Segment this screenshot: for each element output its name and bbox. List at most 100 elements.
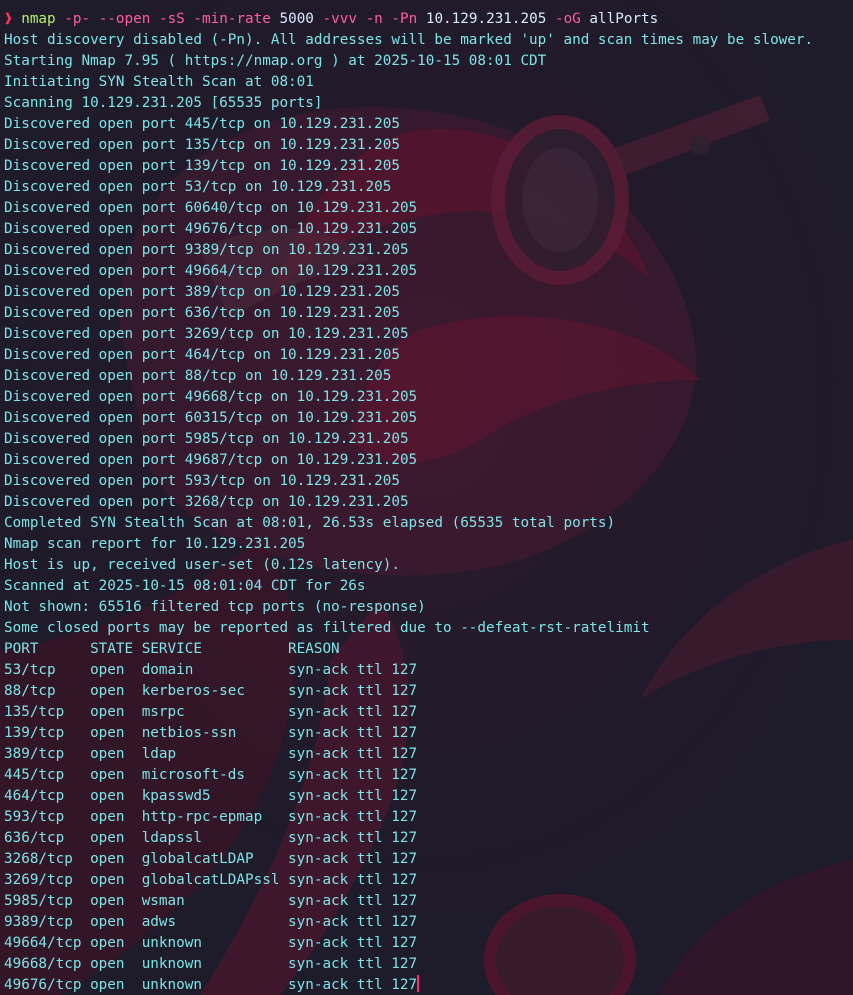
service-cell: domain [141, 662, 194, 678]
table-header: PORT STATE SERVICE REASON [4, 639, 853, 660]
table-row: 49676/tcp open unknown syn-ack ttl 127 [4, 975, 853, 995]
reason-cell: REASON [288, 641, 340, 657]
state-cell: open [90, 725, 125, 741]
reason-cell: syn-ack ttl 127 [288, 767, 418, 783]
table-row: 636/tcp open ldapssl syn-ack ttl 127 [4, 828, 853, 849]
output-line: Discovered open port 49664/tcp on 10.129… [4, 263, 418, 279]
output-line: Starting Nmap 7.95 ( https://nmap.org ) … [4, 53, 547, 69]
state-cell: STATE [90, 641, 134, 657]
terminal-window[interactable]: ❱ nmap -p- --open -sS -min-rate 5000 -vv… [0, 0, 853, 995]
reason-cell: syn-ack ttl 127 [288, 683, 418, 699]
state-cell: open [90, 851, 125, 867]
state-cell: open [90, 704, 125, 720]
output-line: Discovered open port 60315/tcp on 10.129… [4, 410, 418, 426]
port-cell: 88/tcp [4, 683, 56, 699]
port-cell: 636/tcp [4, 830, 65, 846]
table-row: 389/tcp open ldap syn-ack ttl 127 [4, 744, 853, 765]
command-argument: 10.129.231.205 [425, 11, 547, 27]
output-line: Discovered open port 389/tcp on 10.129.2… [4, 284, 400, 300]
port-cell: 3268/tcp [4, 851, 73, 867]
port-cell: 593/tcp [4, 809, 65, 825]
scan-output: Host discovery disabled (-Pn). All addre… [4, 30, 853, 639]
service-cell: http-rpc-epmap [141, 809, 263, 825]
port-cell: 445/tcp [4, 767, 65, 783]
output-line: Discovered open port 49668/tcp on 10.129… [4, 389, 418, 405]
table-row: 49664/tcp open unknown syn-ack ttl 127 [4, 933, 853, 954]
table-row: 445/tcp open microsoft-ds syn-ack ttl 127 [4, 765, 853, 786]
chevron-right-icon: ❱ [4, 11, 13, 27]
service-cell: wsman [141, 893, 185, 909]
output-line: Discovered open port 88/tcp on 10.129.23… [4, 368, 392, 384]
service-cell: ldapssl [141, 830, 202, 846]
output-line: Discovered open port 5985/tcp on 10.129.… [4, 431, 409, 447]
port-cell: 49668/tcp [4, 956, 82, 972]
table-row: 5985/tcp open wsman syn-ack ttl 127 [4, 891, 853, 912]
table-row: 3269/tcp open globalcatLDAPssl syn-ack ttl … [4, 870, 853, 891]
table-row: 88/tcp open kerberos-sec syn-ack ttl 127 [4, 681, 853, 702]
output-line: Discovered open port 135/tcp on 10.129.2… [4, 137, 400, 153]
output-line: Discovered open port 636/tcp on 10.129.2… [4, 305, 400, 321]
command-flag: -oG [554, 11, 581, 27]
command-flag: --open [98, 11, 151, 27]
reason-cell: syn-ack ttl 127 [288, 704, 418, 720]
service-cell: ldap [141, 746, 177, 762]
table-row: 9389/tcp open adws syn-ack ttl 127 [4, 912, 853, 933]
output-line: Discovered open port 3268/tcp on 10.129.… [4, 494, 409, 510]
reason-cell: syn-ack ttl 127 [288, 809, 418, 825]
output-line: Discovered open port 53/tcp on 10.129.23… [4, 179, 392, 195]
port-cell: 139/tcp [4, 725, 65, 741]
state-cell: open [90, 914, 125, 930]
reason-cell: syn-ack ttl 127 [288, 788, 418, 804]
state-cell: open [90, 893, 125, 909]
output-line: Scanned at 2025-10-15 08:01:04 CDT for 2… [4, 578, 366, 594]
command-flag: -p- [64, 11, 91, 27]
service-cell: globalcatLDAP [141, 851, 254, 867]
port-cell: 9389/tcp [4, 914, 73, 930]
port-cell: 49664/tcp [4, 935, 82, 951]
table-row: 464/tcp open kpasswd5 syn-ack ttl 127 [4, 786, 853, 807]
reason-cell: syn-ack ttl 127 [288, 872, 418, 888]
output-line: Discovered open port 60640/tcp on 10.129… [4, 200, 418, 216]
command-argument: 5000 [279, 11, 314, 27]
table-row: 139/tcp open netbios-ssn syn-ack ttl 127 [4, 723, 853, 744]
output-line: Completed SYN Stealth Scan at 08:01, 26.… [4, 515, 616, 531]
output-line: Initiating SYN Stealth Scan at 08:01 [4, 74, 314, 90]
output-line: Discovered open port 49676/tcp on 10.129… [4, 221, 418, 237]
output-line: Host discovery disabled (-Pn). All addre… [4, 32, 814, 48]
state-cell: open [90, 767, 125, 783]
port-table: PORT STATE SERVICE REASON 53/tcp open domain sy… [4, 639, 853, 995]
output-line: Scanning 10.129.231.205 [65535 ports] [4, 95, 323, 111]
prompt-line[interactable]: ❱ nmap -p- --open -sS -min-rate 5000 -vv… [4, 9, 853, 30]
state-cell: open [90, 956, 125, 972]
output-line: Discovered open port 464/tcp on 10.129.2… [4, 347, 400, 363]
state-cell: open [90, 935, 125, 951]
reason-cell: syn-ack ttl 127 [288, 914, 418, 930]
service-cell: kerberos-sec [141, 683, 245, 699]
reason-cell: syn-ack ttl 127 [288, 662, 418, 678]
reason-cell: syn-ack ttl 127 [288, 935, 418, 951]
port-cell: 464/tcp [4, 788, 65, 804]
output-line: Host is up, received user-set (0.12s lat… [4, 557, 400, 573]
output-line: Discovered open port 49687/tcp on 10.129… [4, 452, 418, 468]
state-cell: open [90, 662, 125, 678]
service-cell: unknown [141, 956, 202, 972]
table-row: 3268/tcp open globalcatLDAP syn-ack ttl 127 [4, 849, 853, 870]
service-cell: kpasswd5 [141, 788, 211, 804]
reason-cell: syn-ack ttl 127 [288, 977, 418, 993]
command-flag: -min-rate [193, 11, 271, 27]
service-cell: unknown [141, 935, 202, 951]
state-cell: open [90, 809, 125, 825]
port-cell: 389/tcp [4, 746, 65, 762]
output-line: Nmap scan report for 10.129.231.205 [4, 536, 306, 552]
command-argument: allPorts [589, 11, 659, 27]
command-flag: -sS [158, 11, 185, 27]
reason-cell: syn-ack ttl 127 [288, 830, 418, 846]
output-line: Some closed ports may be reported as fil… [4, 620, 650, 636]
state-cell: open [90, 788, 125, 804]
state-cell: open [90, 872, 125, 888]
service-cell: globalcatLDAPssl [141, 872, 280, 888]
output-line: Discovered open port 445/tcp on 10.129.2… [4, 116, 400, 132]
state-cell: open [90, 977, 125, 993]
state-cell: open [90, 746, 125, 762]
port-cell: 3269/tcp [4, 872, 73, 888]
